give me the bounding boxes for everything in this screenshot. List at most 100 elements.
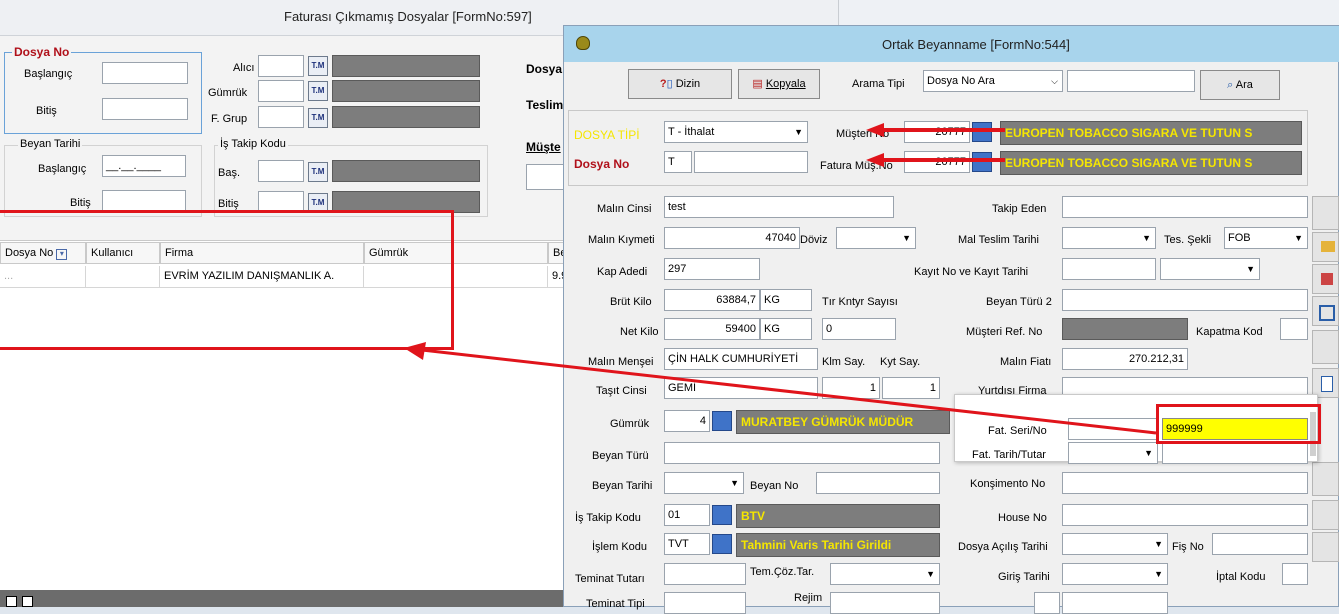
net-kilo-input[interactable]: 59400 (664, 318, 760, 340)
alici-input[interactable] (258, 55, 304, 77)
konsimento-label: Konşimento No (970, 478, 1046, 490)
bottom-small-input[interactable] (1034, 592, 1060, 614)
dosya-acilis-select[interactable]: ▼ (1062, 533, 1168, 555)
malin-kiymeti-input[interactable]: 47040 (664, 227, 800, 249)
malin-cinsi-input[interactable]: test (664, 196, 894, 218)
fat-tarih-select[interactable]: ▼ (1068, 442, 1158, 464)
tes-sekli-value: FOB (1228, 232, 1251, 244)
arama-tipi-value: Dosya No Ara (927, 75, 995, 87)
fgrup-lookup-icon[interactable]: T.M (308, 108, 328, 128)
fis-input[interactable] (1212, 533, 1308, 555)
dizin-icon: ? (659, 78, 667, 90)
doviz-label: Döviz (800, 234, 828, 246)
bottom-checkbox-2[interactable] (22, 596, 33, 607)
bottom-checkbox[interactable] (6, 596, 17, 607)
fat-tutar-input[interactable] (1162, 442, 1308, 464)
takip-eden-input[interactable] (1062, 196, 1308, 218)
dosya-acilis-label: Dosya Açılış Tarihi (958, 541, 1048, 553)
gumruk-input[interactable] (258, 80, 304, 102)
musteri-label: Müşte (526, 140, 561, 154)
brut-kilo-label: Brüt Kilo (610, 296, 652, 308)
house-input[interactable] (1062, 504, 1308, 526)
right-window-title: Ortak Beyanname [FormNo:544] (882, 37, 1070, 52)
side-tool-7[interactable] (1312, 462, 1339, 496)
dizin-button[interactable]: ?▯ Dizin (628, 69, 732, 99)
annotation-arrow-main (404, 342, 1157, 435)
arama-input[interactable] (1067, 70, 1195, 92)
net-kg-unit[interactable]: KG (760, 318, 812, 340)
kapatma-input[interactable] (1280, 318, 1308, 340)
dosya-tipi-select[interactable]: T - İthalat ▼ (664, 121, 808, 143)
beyan-turu2-input[interactable] (1062, 289, 1308, 311)
side-tool-1[interactable] (1312, 196, 1339, 230)
app-icon (576, 36, 590, 50)
gumruk-label: Gümrük (208, 87, 248, 99)
mal-teslim-select[interactable]: ▼ (1062, 227, 1156, 249)
tem-coz-select[interactable]: ▼ (830, 563, 940, 585)
dosya-bitis-input[interactable] (102, 98, 188, 120)
arama-tipi-select[interactable]: Dosya No Ara ⌵ (923, 70, 1063, 92)
tem-coz-label: Tem.Çöz.Tar. (750, 566, 815, 578)
side-tool-2[interactable] (1312, 232, 1339, 262)
tir-input[interactable]: 0 (822, 318, 896, 340)
annotation-box-left (0, 210, 454, 350)
konsimento-input[interactable] (1062, 472, 1308, 494)
alici-name-display (332, 55, 480, 77)
is-takip-input[interactable]: 01 (664, 504, 710, 526)
alici-lookup-icon[interactable]: T.M (308, 56, 328, 76)
mal-teslim-label: Mal Teslim Tarihi (958, 234, 1039, 246)
dosya-tipi-value: T - İthalat (668, 126, 715, 138)
side-tool-4[interactable] (1312, 296, 1339, 326)
bottom-wide-input[interactable] (1062, 592, 1168, 614)
musteri-input[interactable] (526, 164, 566, 190)
dosya-no-prefix[interactable]: T (664, 151, 692, 173)
kayit-tarih-select[interactable]: ▼ (1160, 258, 1260, 280)
chevron-down-icon: ▼ (1154, 569, 1163, 579)
kap-adedi-input[interactable]: 297 (664, 258, 760, 280)
side-tool-5[interactable] (1312, 330, 1339, 364)
gumruk-lookup-icon[interactable]: T.M (308, 81, 328, 101)
kapatma-label: Kapatma Kod (1196, 326, 1263, 338)
beyan-bitis-input[interactable] (102, 190, 186, 212)
teminat-tutari-input[interactable] (664, 563, 746, 585)
document-icon (1321, 376, 1333, 392)
kayit-no-input[interactable] (1062, 258, 1156, 280)
beyan-no-input[interactable] (816, 472, 940, 494)
is-takip-bas-lookup-icon[interactable]: T.M (308, 162, 328, 182)
chevron-down-icon: ▼ (1294, 233, 1303, 243)
net-kilo-label: Net Kilo (620, 326, 659, 338)
iptal-input[interactable] (1282, 563, 1308, 585)
baslangic-label: Başlangıç (24, 68, 73, 80)
beyan-turu-input[interactable] (664, 442, 940, 464)
ara-button[interactable]: ⌕ Ara (1200, 70, 1280, 100)
chevron-down-icon: ▼ (1142, 233, 1151, 243)
beyan-bitis-label: Bitiş (70, 197, 91, 209)
brut-kg-unit[interactable]: KG (760, 289, 812, 311)
dosya-baslangic-input[interactable] (102, 62, 188, 84)
chart-icon (1321, 273, 1333, 285)
is-takip-bas-input[interactable] (258, 160, 304, 182)
side-tool-9[interactable] (1312, 532, 1339, 562)
beyan-turu2-label: Beyan Türü 2 (986, 296, 1052, 308)
arrow-head-1 (866, 123, 884, 137)
teminat-tipi-input[interactable] (664, 592, 746, 614)
bas-label: Baş. (218, 167, 241, 179)
beyan-baslangic-input[interactable]: __.__.____ (102, 155, 186, 177)
is-takip-lookup-button[interactable] (712, 505, 732, 525)
calendar-icon (1319, 305, 1335, 321)
islem-lookup-button[interactable] (712, 534, 732, 554)
giris-select[interactable]: ▼ (1062, 563, 1168, 585)
islem-input[interactable]: TVT (664, 533, 710, 555)
kopyala-button[interactable]: ▤ Kopyala (738, 69, 820, 99)
musteri-ref-label: Müşteri Ref. No (966, 326, 1043, 338)
beyan-tarihi-select[interactable]: ▼ (664, 472, 744, 494)
fgrup-input[interactable] (258, 106, 304, 128)
brut-kilo-input[interactable]: 63884,7 (664, 289, 760, 311)
dosya-no-input[interactable] (694, 151, 808, 173)
side-tool-3[interactable] (1312, 264, 1339, 294)
tes-sekli-select[interactable]: FOB ▼ (1224, 227, 1308, 249)
doviz-select[interactable]: ▼ (836, 227, 916, 249)
side-tool-8[interactable] (1312, 500, 1339, 530)
chevron-down-icon: ▼ (1154, 539, 1163, 549)
rejim-input[interactable] (830, 592, 940, 614)
